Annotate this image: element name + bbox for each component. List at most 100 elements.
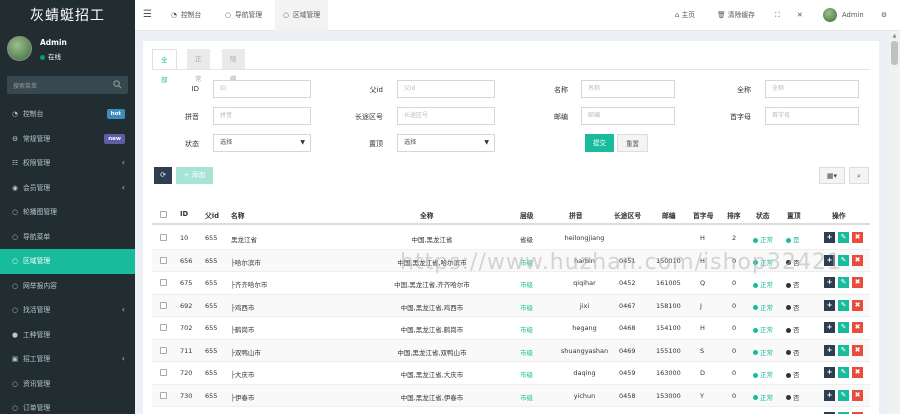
col-status[interactable]: 状态 xyxy=(756,210,770,220)
edit-button[interactable]: ✎ xyxy=(838,299,849,311)
sidebar-item-7[interactable]: ○ 网举报内容 xyxy=(0,274,135,299)
clear-cache-button[interactable]: 🗑 清除缓存 xyxy=(717,0,755,31)
sidebar-item-1[interactable]: ⚙ 常规管理 new xyxy=(0,127,135,152)
menu-toggle-icon[interactable]: ☰ xyxy=(143,9,152,20)
edit-button[interactable]: ✎ xyxy=(838,254,849,266)
sidebar-item-3[interactable]: ◉ 会员管理 ‹ xyxy=(0,176,135,201)
row-checkbox[interactable] xyxy=(160,256,167,264)
col-citycode[interactable]: 长途区号 xyxy=(614,210,641,220)
search-toggle-button[interactable]: ⌕ xyxy=(849,167,869,184)
filter-zipcode-input[interactable]: 邮编 xyxy=(581,107,675,125)
expand-icon[interactable]: ✕ xyxy=(797,0,803,31)
col-first[interactable]: 首字母 xyxy=(693,210,713,220)
status-badge[interactable]: 正常 xyxy=(753,369,773,379)
status-badge[interactable]: 正常 xyxy=(753,279,773,289)
col-name[interactable]: 名称 xyxy=(231,210,245,220)
sidebar-item-8[interactable]: ○ 找活管理 ‹ xyxy=(0,298,135,323)
row-checkbox[interactable] xyxy=(160,234,167,241)
table-row[interactable]: 675 655 ├齐齐哈尔市 中国,黑龙江省,齐齐哈尔市 市级 qiqihar 0452 16… xyxy=(152,272,870,295)
fullscreen-toggle-icon[interactable]: ⛶ xyxy=(775,0,780,31)
top-badge[interactable]: 否 xyxy=(786,257,800,267)
col-top[interactable]: 置顶 xyxy=(787,210,801,220)
filter-id-input[interactable]: ID xyxy=(213,80,311,98)
tab-dashboard[interactable]: ◔ 控制台 xyxy=(163,0,209,31)
refresh-button[interactable]: ⟳ xyxy=(154,167,172,184)
table-row[interactable]: 748655├佳木斯市中国,黑龙江省,佳木斯市市级jiamusi04541540… xyxy=(152,407,870,414)
subtab-normal[interactable]: 正常 xyxy=(187,49,210,83)
add-child-button[interactable]: + xyxy=(824,232,835,243)
reset-button[interactable]: 重置 xyxy=(617,134,648,152)
delete-button[interactable]: ✖ xyxy=(852,232,863,243)
add-child-button[interactable]: + xyxy=(824,254,835,266)
select-all-checkbox[interactable] xyxy=(160,211,167,218)
add-child-button[interactable]: + xyxy=(824,299,835,311)
row-checkbox[interactable] xyxy=(160,301,167,309)
status-badge[interactable]: 正常 xyxy=(753,257,773,267)
top-badge[interactable]: 否 xyxy=(786,369,800,379)
top-badge[interactable]: 否 xyxy=(786,302,800,312)
table-row[interactable]: 656 655 ├哈尔滨市 中国,黑龙江省,哈尔滨市 市级 harbin 0451 15001… xyxy=(152,249,870,272)
subtab-hidden[interactable]: 隐藏 xyxy=(222,49,245,83)
sidebar-item-4[interactable]: ○ 轮播图管理 xyxy=(0,200,135,225)
top-badge[interactable]: 是 xyxy=(786,234,800,244)
sidebar-item-9[interactable]: ● 工种管理 xyxy=(0,323,135,348)
status-badge[interactable]: 正常 xyxy=(753,302,773,312)
delete-button[interactable]: ✖ xyxy=(852,344,863,356)
app-logo[interactable]: 灰蜻蜓招工 xyxy=(0,0,135,32)
add-child-button[interactable]: + xyxy=(824,277,835,288)
top-badge[interactable]: 否 xyxy=(786,279,800,289)
sidebar-item-6[interactable]: ○ 区域管理 xyxy=(0,249,135,274)
sidebar-search-input[interactable]: 搜索菜单 xyxy=(7,76,128,94)
col-id[interactable]: ID xyxy=(180,210,188,218)
filter-fullname-input[interactable]: 全称 xyxy=(765,80,859,98)
status-badge[interactable]: 正常 xyxy=(753,347,773,357)
row-checkbox[interactable] xyxy=(160,369,167,376)
columns-toggle-button[interactable]: ▦▾ xyxy=(819,167,845,184)
table-row[interactable]: 692 655 ├鸡西市 中国,黑龙江省,鸡西市 市级 jixi 0467 158100 J 0 正… xyxy=(152,294,870,317)
filter-citycode-input[interactable]: 长途区号 xyxy=(397,107,495,125)
subtab-all[interactable]: 全部 xyxy=(152,49,177,84)
home-link[interactable]: ⌂ 主页 xyxy=(675,0,695,31)
edit-button[interactable]: ✎ xyxy=(838,277,849,288)
add-button[interactable]: + 添加 xyxy=(176,167,213,184)
sidebar-item-2[interactable]: ☷ 权限管理 ‹ xyxy=(0,151,135,176)
col-fullname[interactable]: 全称 xyxy=(420,210,434,220)
table-row[interactable]: 10 655 黑龙江省 中国,黑龙江省 省级 heilongjiang H 2 正常 是 + ✎ ✖ xyxy=(152,227,870,250)
edit-button[interactable]: ✎ xyxy=(838,322,849,333)
filter-name-input[interactable]: 名称 xyxy=(581,80,675,98)
status-badge[interactable]: 正常 xyxy=(753,234,773,244)
scroll-thumb[interactable] xyxy=(891,41,898,65)
row-checkbox[interactable] xyxy=(160,391,167,399)
delete-button[interactable]: ✖ xyxy=(852,254,863,266)
filter-top-select[interactable]: 选择 ▼ xyxy=(397,134,495,152)
tab-nav-manage[interactable]: ○ 导航管理 xyxy=(217,0,270,31)
submit-button[interactable]: 提交 xyxy=(585,134,614,152)
admin-menu[interactable]: Admin xyxy=(823,0,864,31)
top-badge[interactable]: 否 xyxy=(786,392,800,402)
table-row[interactable]: 711 655 ├双鸭山市 中国,黑龙江省,双鸭山市 市级 shuangyashan 046… xyxy=(152,339,870,362)
col-level[interactable]: 层级 xyxy=(520,210,534,220)
col-zipcode[interactable]: 邮编 xyxy=(662,210,676,220)
row-checkbox[interactable] xyxy=(160,324,167,331)
status-badge[interactable]: 正常 xyxy=(753,392,773,402)
filter-pinyin-input[interactable]: 拼音 xyxy=(213,107,311,125)
col-pid[interactable]: 父id xyxy=(205,210,219,220)
add-child-button[interactable]: + xyxy=(824,389,835,401)
gears-icon[interactable]: ⚙ xyxy=(881,0,887,31)
edit-button[interactable]: ✎ xyxy=(838,367,849,378)
edit-button[interactable]: ✎ xyxy=(838,344,849,356)
add-child-button[interactable]: + xyxy=(824,344,835,356)
sidebar-item-0[interactable]: ◔ 控制台 hot xyxy=(0,102,135,127)
top-badge[interactable]: 否 xyxy=(786,324,800,334)
delete-button[interactable]: ✖ xyxy=(852,299,863,311)
delete-button[interactable]: ✖ xyxy=(852,367,863,378)
add-child-button[interactable]: + xyxy=(824,367,835,378)
scroll-up-icon[interactable]: ▲ xyxy=(891,33,898,39)
row-checkbox[interactable] xyxy=(160,346,167,354)
delete-button[interactable]: ✖ xyxy=(852,322,863,333)
sidebar-item-5[interactable]: ○ 导航菜单 xyxy=(0,225,135,250)
edit-button[interactable]: ✎ xyxy=(838,389,849,401)
table-row[interactable]: 702 655 ├鹤岗市 中国,黑龙江省,鹤岗市 市级 hegang 0468 154100 H… xyxy=(152,317,870,340)
page-scrollbar[interactable]: ▲ xyxy=(889,31,900,414)
filter-pid-input[interactable]: 父id xyxy=(397,80,495,98)
